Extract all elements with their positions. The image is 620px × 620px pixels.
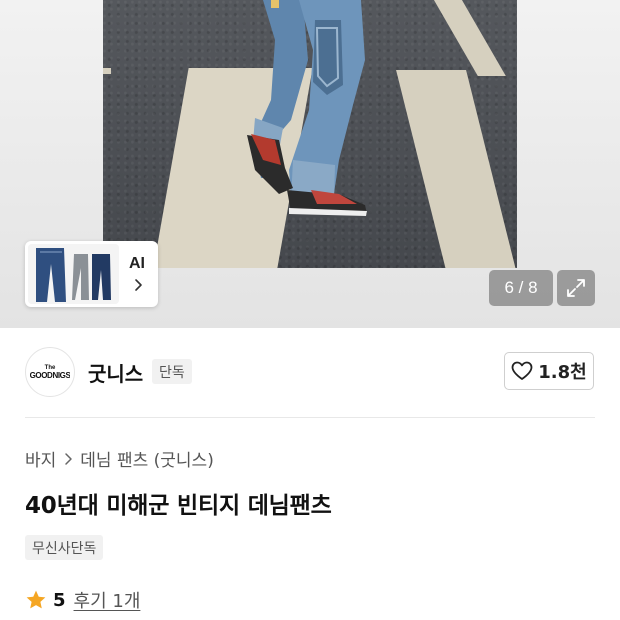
related-items-card[interactable]: AI — [25, 241, 158, 307]
goodnigs-logo-icon: The GOODNIGS — [30, 365, 70, 380]
product-title: 40년대 미해군 빈티지 데님팬츠 — [25, 493, 332, 519]
related-items-thumbnail — [28, 244, 119, 304]
jeans-thumbnail-icon — [28, 244, 119, 304]
breadcrumb-item-denim-pants[interactable]: 데님 팬츠 (굿니스) — [80, 446, 214, 471]
brand-logo[interactable]: The GOODNIGS — [25, 347, 75, 397]
like-button[interactable]: 1.8천 — [504, 352, 594, 390]
product-image-carousel[interactable]: AI 6 / 8 — [0, 0, 620, 328]
breadcrumb-item-pants[interactable]: 바지 — [25, 446, 56, 471]
expand-icon — [567, 279, 585, 297]
expand-image-button[interactable] — [557, 270, 595, 306]
ai-label: AI — [129, 255, 145, 272]
like-count: 1.8천 — [538, 362, 587, 383]
section-divider — [25, 417, 595, 418]
jeans-legs-illustration — [247, 0, 367, 216]
product-photo[interactable] — [103, 0, 517, 268]
image-counter: 6 / 8 — [489, 270, 553, 306]
rating-score: 5 — [53, 589, 66, 611]
chevron-right-icon — [65, 452, 73, 465]
exclusive-badge: 단독 — [152, 359, 192, 384]
svg-text:GOODNIGS: GOODNIGS — [30, 371, 70, 380]
product-tag: 무신사단독 — [25, 535, 104, 560]
rating-row: 5 후기 1개 — [25, 587, 140, 613]
brand-name[interactable]: 굿니스 — [88, 358, 143, 387]
star-icon — [26, 590, 46, 609]
breadcrumb: 바지 데님 팬츠 (굿니스) — [25, 446, 214, 471]
chevron-right-icon — [135, 279, 142, 291]
heart-icon — [511, 361, 533, 380]
review-count-link[interactable]: 후기 1개 — [74, 587, 141, 613]
